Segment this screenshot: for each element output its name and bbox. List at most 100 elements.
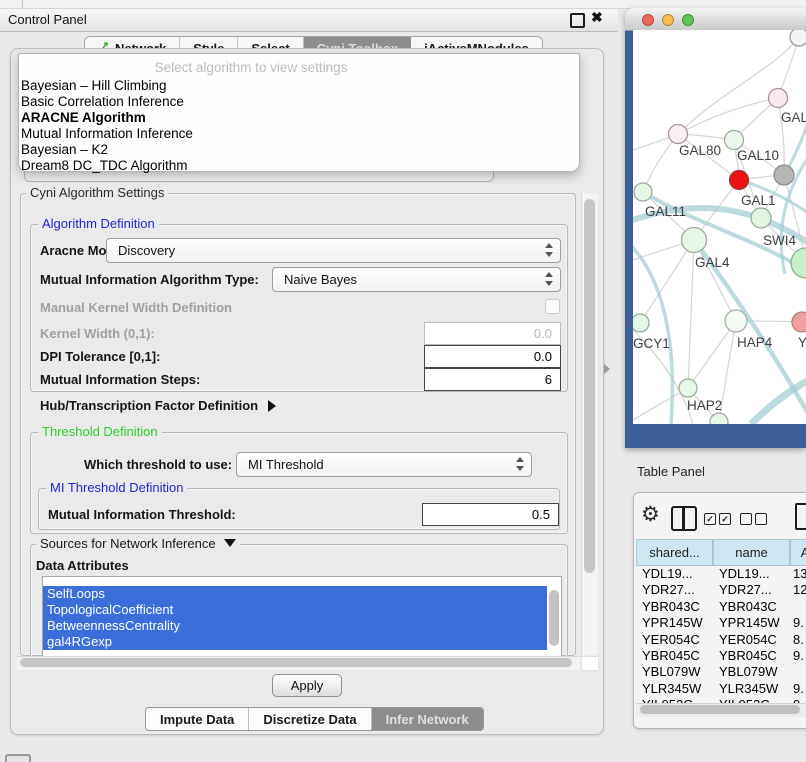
aracne-mode-combo[interactable]: Discovery [106, 238, 561, 263]
table-cell[interactable]: YPR145W [719, 615, 790, 631]
manual-kernel-checkbox[interactable] [545, 299, 560, 314]
attribute-option-gal4rgexp[interactable]: gal4RGexp [43, 634, 547, 650]
table-cell[interactable]: YDL19... [642, 566, 713, 582]
bottom-tab-discretize-data[interactable]: Discretize Data [249, 708, 371, 730]
network-edge[interactable] [688, 240, 694, 388]
minimize-window-icon[interactable] [662, 14, 674, 26]
network-edge[interactable] [643, 134, 678, 192]
network-node[interactable] [751, 208, 771, 228]
network-node[interactable] [669, 125, 688, 144]
network-window-titlebar[interactable] [625, 8, 806, 31]
network-edge[interactable] [751, 378, 806, 424]
network-node[interactable] [730, 171, 749, 190]
table-hscrollbar-thumb[interactable] [640, 705, 800, 714]
network-node[interactable] [791, 248, 806, 278]
kernel-width-input[interactable]: 0.0 [424, 322, 561, 345]
table-cell[interactable]: YLR345W [719, 681, 790, 697]
network-node[interactable] [679, 379, 697, 397]
table-cell[interactable]: YBR043C [719, 599, 790, 615]
hub-definition-toggle[interactable]: Hub/Transcription Factor Definition [40, 398, 276, 413]
table-cell[interactable]: YDR27... [642, 582, 713, 598]
network-node[interactable] [682, 228, 707, 253]
table-cell[interactable]: 8. [793, 632, 806, 648]
algorithm-option-mutual-information-inference[interactable]: Mutual Information Inference [21, 126, 577, 142]
table-cell[interactable]: 9. [793, 615, 806, 631]
algorithm-option-bayesian-hill-climbing[interactable]: Bayesian – Hill Climbing [21, 78, 577, 94]
column-header-a[interactable]: A [790, 539, 806, 566]
network-node[interactable] [725, 131, 744, 150]
table-cell[interactable] [793, 664, 806, 680]
gear-icon[interactable]: ⚙ [641, 503, 660, 527]
table-cell[interactable]: YBR045C [642, 648, 713, 664]
table-cell[interactable]: YPR145W [642, 615, 713, 631]
mi-threshold-input[interactable]: 0.5 [422, 503, 559, 526]
sources-title[interactable]: Sources for Network Inference [36, 537, 240, 550]
network-edge[interactable] [633, 242, 672, 424]
attribute-option-selfloops[interactable]: SelfLoops [43, 586, 547, 602]
algorithm-option-bayesian-k2[interactable]: Bayesian – K2 [21, 142, 577, 158]
settings-hscrollbar-thumb[interactable] [20, 658, 572, 667]
document-icon[interactable] [795, 503, 806, 530]
mi-type-combo[interactable]: Naive Bayes [272, 267, 561, 292]
network-edge[interactable] [640, 240, 694, 323]
deselect-all-icon[interactable] [755, 513, 767, 525]
attribute-option-betweennesscentrality[interactable]: BetweennessCentrality [43, 618, 547, 634]
network-node[interactable] [633, 314, 649, 332]
dpi-tolerance-input[interactable]: 0.0 [424, 345, 561, 368]
table-cell[interactable]: YLR345W [642, 681, 713, 697]
apply-button[interactable]: Apply [272, 674, 342, 697]
close-window-icon[interactable] [642, 14, 654, 26]
network-node[interactable] [725, 310, 747, 332]
table-cell[interactable]: YER054C [642, 632, 713, 648]
network-node[interactable] [634, 183, 652, 201]
attribute-option-topologicalcoefficient[interactable]: TopologicalCoefficient [43, 602, 547, 618]
table-cell[interactable]: 9. [793, 648, 806, 664]
table-cell[interactable]: YDL19... [719, 566, 790, 582]
column-header-shared-[interactable]: shared... [636, 539, 713, 566]
table-cell[interactable]: YBL079W [719, 664, 790, 680]
network-window: GALGAL80GAL10GAL1GAL11SWI4GAL4GCY1HAP4YH… [625, 8, 806, 448]
network-node[interactable] [774, 165, 794, 185]
table-panel-title: Table Panel [637, 464, 705, 479]
mi-steps-input[interactable]: 6 [424, 368, 561, 391]
table-cell[interactable] [793, 599, 806, 615]
table-cell[interactable]: YBR043C [642, 599, 713, 615]
settings-vscrollbar-thumb[interactable] [584, 199, 595, 573]
close-panel-icon[interactable]: ✖ [591, 9, 603, 26]
maximize-window-icon[interactable] [682, 14, 694, 26]
node-label-gal10: GAL10 [737, 148, 779, 163]
network-node[interactable] [790, 30, 806, 46]
table-cell[interactable]: 13 [793, 566, 806, 582]
split-columns-icon[interactable] [671, 506, 697, 531]
algorithm-option-aracne-algorithm[interactable]: ARACNE Algorithm [21, 110, 577, 126]
node-label-hap2: HAP2 [687, 398, 722, 413]
which-threshold-combo[interactable]: MI Threshold [236, 452, 532, 477]
select-all-icon[interactable]: ✓ [719, 513, 731, 525]
mi-threshold-title: MI Threshold Definition [46, 481, 187, 494]
float-panel-icon[interactable] [570, 13, 585, 28]
minimized-panel-icon[interactable] [5, 754, 31, 762]
bottom-tab-impute-data[interactable]: Impute Data [146, 708, 249, 730]
table-cell[interactable]: YBL079W [642, 664, 713, 680]
deselect-all-icon[interactable] [740, 513, 752, 525]
clipped-list-row [43, 577, 561, 586]
splitter-collapse-icon[interactable] [604, 364, 610, 374]
column-header-name[interactable]: name [713, 539, 790, 566]
attribute-list-scrollbar-thumb[interactable] [549, 590, 559, 646]
table-cell[interactable]: YDR27... [719, 582, 790, 598]
network-node[interactable] [792, 312, 806, 332]
table-cell[interactable]: 9. [793, 681, 806, 697]
table-cell[interactable]: YBR045C [719, 648, 790, 664]
control-panel-title: Control Panel [8, 12, 87, 27]
network-canvas[interactable]: GALGAL80GAL10GAL1GAL11SWI4GAL4GCY1HAP4YH… [633, 30, 806, 424]
table-cell[interactable]: YER054C [719, 632, 790, 648]
network-edge[interactable] [678, 98, 778, 134]
select-all-icon[interactable]: ✓ [704, 513, 716, 525]
algorithm-option-basic-correlation-inference[interactable]: Basic Correlation Inference [21, 94, 577, 110]
table-cell[interactable]: 12 [793, 582, 806, 598]
network-edge[interactable] [688, 321, 736, 388]
cyni-algorithm-settings-title: Cyni Algorithm Settings [26, 186, 168, 199]
algorithm-option-dream8-dc-tdc-algorithm[interactable]: Dream8 DC_TDC Algorithm [21, 158, 577, 174]
bottom-tab-infer-network[interactable]: Infer Network [372, 708, 483, 730]
network-node[interactable] [769, 89, 788, 108]
